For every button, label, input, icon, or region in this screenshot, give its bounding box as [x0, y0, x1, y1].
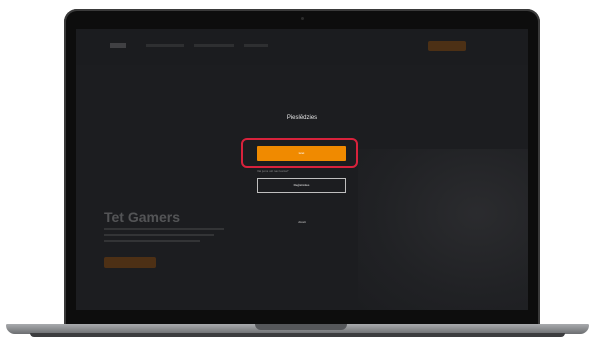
background-website: Tet Gamers	[76, 29, 528, 310]
background-logo	[110, 43, 126, 48]
cancel-link[interactable]: Atcelt	[76, 220, 528, 224]
camera-icon	[301, 17, 304, 20]
laptop-base-shadow	[30, 333, 565, 337]
background-nav-link	[194, 44, 234, 47]
laptop-screen: Tet Gamers Pieslēdzies Ieiet Vai jums vē…	[76, 29, 528, 310]
background-nav-button	[428, 41, 466, 51]
laptop-mockup: Tet Gamers Pieslēdzies Ieiet Vai jums vē…	[0, 0, 595, 342]
background-hero-button	[104, 257, 156, 268]
background-nav-link	[146, 44, 184, 47]
register-button[interactable]: Reģistrēties	[257, 178, 346, 193]
background-navbar	[76, 29, 528, 65]
login-title: Pieslēdzies	[286, 115, 318, 121]
background-hero-image	[358, 149, 528, 310]
background-hero-text-line	[104, 234, 214, 236]
laptop-base-notch	[255, 324, 347, 330]
background-hero-text-line	[104, 228, 224, 230]
register-hint: Vai jums vēl nav konta?	[257, 169, 289, 173]
background-nav-link	[244, 44, 268, 47]
background-hero-text-line	[104, 240, 200, 242]
login-button[interactable]: Ieiet	[257, 146, 346, 161]
